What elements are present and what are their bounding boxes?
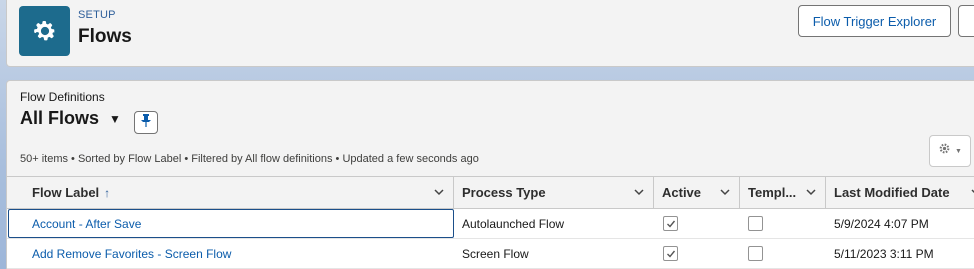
process-type-cell: Screen Flow bbox=[462, 246, 529, 261]
pin-button[interactable] bbox=[134, 111, 158, 134]
column-header-template[interactable]: Templ... bbox=[740, 177, 826, 208]
chevron-down-icon[interactable] bbox=[970, 186, 974, 201]
chevron-down-icon[interactable] bbox=[719, 186, 731, 201]
caret-down-icon: ▼ bbox=[955, 147, 962, 155]
chevron-down-icon[interactable] bbox=[805, 186, 817, 201]
flow-label-link[interactable]: Add Remove Favorites - Screen Flow bbox=[32, 239, 231, 268]
column-header-flow-label[interactable]: Flow Label ↑ bbox=[7, 177, 454, 208]
arrow-up-icon: ↑ bbox=[104, 185, 111, 200]
page-title: Flows bbox=[78, 26, 132, 47]
list-settings-button[interactable]: ▼ bbox=[929, 135, 971, 167]
gear-icon bbox=[19, 6, 70, 56]
active-checkbox bbox=[663, 239, 678, 268]
last-modified-cell: 5/11/2023 3:11 PM bbox=[834, 246, 934, 261]
list-view-selector[interactable]: All Flows ▼ bbox=[20, 108, 121, 129]
flows-table: Flow Label ↑ Process Type Active Templ..… bbox=[7, 176, 974, 269]
list-view-name: All Flows bbox=[20, 108, 100, 128]
flow-trigger-explorer-button[interactable]: Flow Trigger Explorer bbox=[798, 5, 951, 37]
active-checkbox bbox=[663, 209, 678, 238]
page-header: SETUP Flows Flow Trigger Explorer N bbox=[6, 0, 974, 67]
new-button[interactable]: N bbox=[958, 5, 974, 37]
column-header-active[interactable]: Active bbox=[654, 177, 740, 208]
breadcrumb: SETUP bbox=[78, 9, 116, 21]
column-header-process-type[interactable]: Process Type bbox=[454, 177, 654, 208]
object-label: Flow Definitions bbox=[20, 90, 105, 104]
list-view-card: Flow Definitions All Flows ▼ 50+ items •… bbox=[6, 80, 974, 269]
table-row: Account - After Save Autolaunched Flow 5… bbox=[7, 209, 974, 239]
pin-icon bbox=[140, 113, 152, 132]
table-header: Flow Label ↑ Process Type Active Templ..… bbox=[7, 176, 974, 209]
process-type-cell: Autolaunched Flow bbox=[462, 216, 565, 231]
column-header-last-modified-date[interactable]: Last Modified Date bbox=[826, 177, 974, 208]
caret-down-icon[interactable]: ▼ bbox=[109, 112, 121, 126]
chevron-down-icon[interactable] bbox=[633, 186, 645, 201]
gear-icon bbox=[938, 142, 951, 160]
table-row: Add Remove Favorites - Screen Flow Scree… bbox=[7, 239, 974, 269]
flow-label-link[interactable]: Account - After Save bbox=[32, 209, 141, 238]
last-modified-cell: 5/9/2024 4:07 PM bbox=[834, 216, 929, 231]
chevron-down-icon[interactable] bbox=[433, 186, 445, 201]
template-checkbox bbox=[748, 239, 763, 268]
list-status-text: 50+ items • Sorted by Flow Label • Filte… bbox=[20, 153, 479, 165]
template-checkbox bbox=[748, 209, 763, 238]
